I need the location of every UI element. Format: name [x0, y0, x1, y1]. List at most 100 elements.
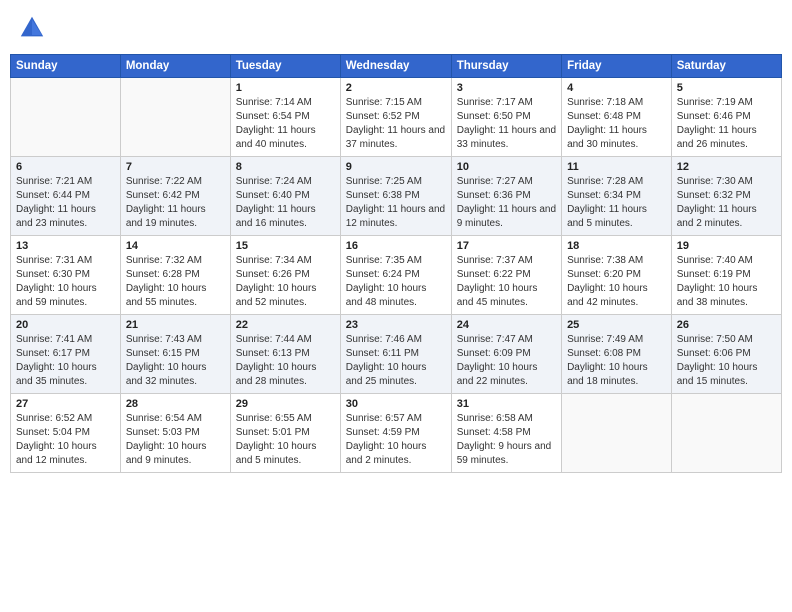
logo	[18, 14, 50, 42]
day-number: 19	[677, 240, 776, 252]
calendar-cell: 28 Sunrise: 6:54 AMSunset: 5:03 PMDayligh…	[120, 394, 230, 473]
day-info: Sunrise: 7:38 AMSunset: 6:20 PMDaylight:…	[567, 254, 666, 310]
day-number: 8	[236, 161, 335, 173]
calendar-cell: 5 Sunrise: 7:19 AMSunset: 6:46 PMDaylight…	[671, 78, 781, 157]
day-of-week-header: Monday	[120, 55, 230, 78]
day-number: 20	[16, 319, 115, 331]
calendar-cell: 31 Sunrise: 6:58 AMSunset: 4:58 PMDayligh…	[451, 394, 561, 473]
day-info: Sunrise: 7:50 AMSunset: 6:06 PMDaylight:…	[677, 333, 776, 389]
day-info: Sunrise: 6:58 AMSunset: 4:58 PMDaylight:…	[457, 412, 556, 468]
day-number: 26	[677, 319, 776, 331]
day-number: 17	[457, 240, 556, 252]
calendar-cell: 25 Sunrise: 7:49 AMSunset: 6:08 PMDayligh…	[562, 315, 672, 394]
day-of-week-header: Thursday	[451, 55, 561, 78]
day-info: Sunrise: 7:35 AMSunset: 6:24 PMDaylight:…	[346, 254, 446, 310]
day-info: Sunrise: 6:52 AMSunset: 5:04 PMDaylight:…	[16, 412, 115, 468]
calendar-cell: 4 Sunrise: 7:18 AMSunset: 6:48 PMDaylight…	[562, 78, 672, 157]
day-info: Sunrise: 7:47 AMSunset: 6:09 PMDaylight:…	[457, 333, 556, 389]
calendar-cell: 18 Sunrise: 7:38 AMSunset: 6:20 PMDayligh…	[562, 236, 672, 315]
calendar-cell: 30Sunrise: 6:57 AMSunset: 4:59 PMDayligh…	[340, 394, 451, 473]
day-number: 13	[16, 240, 115, 252]
day-number: 12	[677, 161, 776, 173]
calendar-week-row: 13 Sunrise: 7:31 AMSunset: 6:30 PMDayligh…	[11, 236, 782, 315]
day-number: 29	[236, 398, 335, 410]
day-info: Sunrise: 7:34 AMSunset: 6:26 PMDaylight:…	[236, 254, 335, 310]
day-number: 16	[346, 240, 446, 252]
day-info: Sunrise: 7:49 AMSunset: 6:08 PMDaylight:…	[567, 333, 666, 389]
calendar-cell	[562, 394, 672, 473]
day-info: Sunrise: 7:41 AMSunset: 6:17 PMDaylight:…	[16, 333, 115, 389]
calendar-cell: 23 Sunrise: 7:46 AMSunset: 6:11 PMDayligh…	[340, 315, 451, 394]
logo-icon	[18, 14, 46, 42]
day-number: 22	[236, 319, 335, 331]
calendar-cell: 22 Sunrise: 7:44 AMSunset: 6:13 PMDayligh…	[230, 315, 340, 394]
calendar-cell: 24 Sunrise: 7:47 AMSunset: 6:09 PMDayligh…	[451, 315, 561, 394]
day-number: 28	[126, 398, 225, 410]
day-info: Sunrise: 7:15 AMSunset: 6:52 PMDaylight:…	[346, 96, 446, 152]
day-info: Sunrise: 7:31 AMSunset: 6:30 PMDaylight:…	[16, 254, 115, 310]
day-info: Sunrise: 7:24 AMSunset: 6:40 PMDaylight:…	[236, 175, 335, 231]
calendar-cell: 15Sunrise: 7:34 AMSunset: 6:26 PMDayligh…	[230, 236, 340, 315]
day-info: Sunrise: 7:21 AMSunset: 6:44 PMDaylight:…	[16, 175, 115, 231]
calendar-cell	[671, 394, 781, 473]
day-of-week-header: Friday	[562, 55, 672, 78]
day-info: Sunrise: 6:57 AMSunset: 4:59 PMDaylight:…	[346, 412, 446, 468]
calendar-cell: 17Sunrise: 7:37 AMSunset: 6:22 PMDayligh…	[451, 236, 561, 315]
calendar-cell: 12 Sunrise: 7:30 AMSunset: 6:32 PMDayligh…	[671, 157, 781, 236]
calendar-header-row: SundayMondayTuesdayWednesdayThursdayFrid…	[11, 55, 782, 78]
day-number: 10	[457, 161, 556, 173]
day-info: Sunrise: 7:18 AMSunset: 6:48 PMDaylight:…	[567, 96, 666, 152]
calendar-cell: 26 Sunrise: 7:50 AMSunset: 6:06 PMDayligh…	[671, 315, 781, 394]
day-number: 6	[16, 161, 115, 173]
calendar-cell: 2Sunrise: 7:15 AMSunset: 6:52 PMDaylight…	[340, 78, 451, 157]
calendar-week-row: 27 Sunrise: 6:52 AMSunset: 5:04 PMDayligh…	[11, 394, 782, 473]
day-info: Sunrise: 7:22 AMSunset: 6:42 PMDaylight:…	[126, 175, 225, 231]
day-number: 21	[126, 319, 225, 331]
day-number: 25	[567, 319, 666, 331]
calendar-cell: 6 Sunrise: 7:21 AMSunset: 6:44 PMDaylight…	[11, 157, 121, 236]
calendar-week-row: 1Sunrise: 7:14 AMSunset: 6:54 PMDaylight…	[11, 78, 782, 157]
calendar-cell: 21Sunrise: 7:43 AMSunset: 6:15 PMDayligh…	[120, 315, 230, 394]
day-number: 5	[677, 82, 776, 94]
day-info: Sunrise: 6:54 AMSunset: 5:03 PMDaylight:…	[126, 412, 225, 468]
day-number: 4	[567, 82, 666, 94]
calendar-cell: 8 Sunrise: 7:24 AMSunset: 6:40 PMDaylight…	[230, 157, 340, 236]
day-number: 9	[346, 161, 446, 173]
day-number: 24	[457, 319, 556, 331]
calendar-cell: 16 Sunrise: 7:35 AMSunset: 6:24 PMDayligh…	[340, 236, 451, 315]
day-info: Sunrise: 7:44 AMSunset: 6:13 PMDaylight:…	[236, 333, 335, 389]
day-number: 31	[457, 398, 556, 410]
calendar-cell: 7 Sunrise: 7:22 AMSunset: 6:42 PMDaylight…	[120, 157, 230, 236]
day-number: 11	[567, 161, 666, 173]
day-number: 14	[126, 240, 225, 252]
day-number: 18	[567, 240, 666, 252]
day-info: Sunrise: 7:28 AMSunset: 6:34 PMDaylight:…	[567, 175, 666, 231]
calendar-cell: 20 Sunrise: 7:41 AMSunset: 6:17 PMDayligh…	[11, 315, 121, 394]
day-of-week-header: Wednesday	[340, 55, 451, 78]
day-info: Sunrise: 7:46 AMSunset: 6:11 PMDaylight:…	[346, 333, 446, 389]
header	[10, 10, 782, 46]
day-number: 27	[16, 398, 115, 410]
day-number: 3	[457, 82, 556, 94]
calendar-cell: 1Sunrise: 7:14 AMSunset: 6:54 PMDaylight…	[230, 78, 340, 157]
day-info: Sunrise: 7:14 AMSunset: 6:54 PMDaylight:…	[236, 96, 335, 152]
day-of-week-header: Sunday	[11, 55, 121, 78]
day-number: 23	[346, 319, 446, 331]
day-number: 7	[126, 161, 225, 173]
calendar-cell	[11, 78, 121, 157]
page: SundayMondayTuesdayWednesdayThursdayFrid…	[0, 0, 792, 612]
day-info: Sunrise: 7:19 AMSunset: 6:46 PMDaylight:…	[677, 96, 776, 152]
day-info: Sunrise: 7:17 AMSunset: 6:50 PMDaylight:…	[457, 96, 556, 152]
calendar-table: SundayMondayTuesdayWednesdayThursdayFrid…	[10, 54, 782, 473]
calendar-cell: 14Sunrise: 7:32 AMSunset: 6:28 PMDayligh…	[120, 236, 230, 315]
calendar-week-row: 20 Sunrise: 7:41 AMSunset: 6:17 PMDayligh…	[11, 315, 782, 394]
calendar-cell: 13 Sunrise: 7:31 AMSunset: 6:30 PMDayligh…	[11, 236, 121, 315]
calendar-cell: 27 Sunrise: 6:52 AMSunset: 5:04 PMDayligh…	[11, 394, 121, 473]
day-info: Sunrise: 7:25 AMSunset: 6:38 PMDaylight:…	[346, 175, 446, 231]
calendar-cell: 3 Sunrise: 7:17 AMSunset: 6:50 PMDaylight…	[451, 78, 561, 157]
calendar-cell	[120, 78, 230, 157]
day-info: Sunrise: 7:30 AMSunset: 6:32 PMDaylight:…	[677, 175, 776, 231]
calendar-cell: 19Sunrise: 7:40 AMSunset: 6:19 PMDayligh…	[671, 236, 781, 315]
calendar-cell: 29Sunrise: 6:55 AMSunset: 5:01 PMDayligh…	[230, 394, 340, 473]
day-of-week-header: Saturday	[671, 55, 781, 78]
